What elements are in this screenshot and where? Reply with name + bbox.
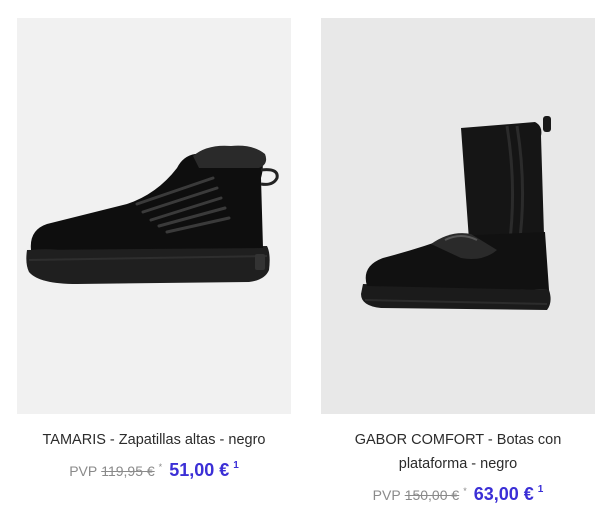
sale-price: 51,00 € (169, 460, 230, 480)
pvp-label: PVP (69, 463, 98, 479)
product-title[interactable]: GABOR COMFORT - Botas con plataforma - n… (333, 428, 583, 476)
price-row: PVP 119,95 € * 51,00 € 1 (17, 460, 291, 481)
original-price: 119,95 € (101, 463, 155, 479)
price-row: PVP 150,00 € * 63,00 € 1 (321, 484, 595, 505)
product-card-tamaris[interactable]: TAMARIS - Zapatillas altas - negro PVP 1… (17, 18, 291, 481)
product-image[interactable] (17, 18, 291, 414)
original-price: 150,00 € (404, 487, 460, 503)
product-image[interactable] (321, 18, 595, 414)
asterisk-mark: * (158, 462, 163, 472)
price-footnote: 1 (537, 484, 544, 495)
product-card-gabor[interactable]: GABOR COMFORT - Botas con plataforma - n… (321, 18, 595, 505)
high-top-sneaker-image (26, 145, 279, 284)
platform-boot-image (361, 116, 551, 310)
pvp-label: PVP (372, 487, 401, 503)
sale-price: 63,00 € (473, 484, 534, 504)
price-footnote: 1 (233, 460, 239, 471)
asterisk-mark: * (463, 486, 467, 496)
product-title[interactable]: TAMARIS - Zapatillas altas - negro (17, 428, 291, 452)
